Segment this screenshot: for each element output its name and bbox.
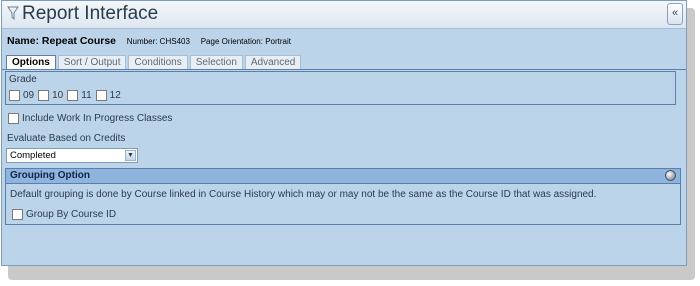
group-by-course-id-checkbox[interactable] xyxy=(12,209,23,220)
tab-bar: Options Sort / Output Conditions Selecti… xyxy=(6,55,303,70)
grade-10-label: 10 xyxy=(52,90,64,101)
window-title: Report Interface xyxy=(22,3,159,24)
tab-selection[interactable]: Selection xyxy=(189,55,243,70)
circle-toggle-icon[interactable] xyxy=(665,170,676,181)
evaluate-select[interactable]: Completed ▼ xyxy=(6,148,138,163)
grade-options: 09 10 11 12 xyxy=(9,90,125,101)
work-in-progress-checkbox[interactable] xyxy=(8,113,19,124)
grouping-title: Grouping Option xyxy=(10,170,90,181)
grade-09-label: 09 xyxy=(23,90,35,101)
grade-12-label: 12 xyxy=(109,90,121,101)
evaluate-label: Evaluate Based on Credits xyxy=(7,133,126,144)
grade-group: Grade 09 10 11 12 xyxy=(5,71,676,105)
grade-option-12[interactable]: 12 xyxy=(95,90,121,101)
tab-options[interactable]: Options xyxy=(6,55,56,70)
grade-10-checkbox[interactable] xyxy=(38,90,50,101)
report-number: Number: CHS403 xyxy=(126,37,190,46)
grouping-header: Grouping Option xyxy=(6,169,680,184)
grade-label: Grade xyxy=(9,74,37,85)
report-info: Name: Repeat Course Number: CHS403 Page … xyxy=(7,35,291,47)
grade-09-checkbox[interactable] xyxy=(9,90,20,101)
work-in-progress-option[interactable]: Include Work In Progress Classes xyxy=(8,113,172,124)
grade-12-checkbox[interactable] xyxy=(95,90,107,101)
collapse-icon[interactable]: « xyxy=(667,3,683,25)
report-name-value: Repeat Course xyxy=(41,35,116,47)
grade-11-label: 11 xyxy=(81,90,92,101)
grouping-option-panel: Grouping Option Default grouping is done… xyxy=(5,168,681,225)
report-name-label: Name: xyxy=(7,35,40,47)
grouping-description: Default grouping is done by Course linke… xyxy=(10,189,597,200)
tab-sort-output[interactable]: Sort / Output xyxy=(57,55,127,70)
funnel-icon xyxy=(7,6,19,20)
chevron-down-icon[interactable]: ▼ xyxy=(125,150,136,161)
tab-advanced[interactable]: Advanced xyxy=(244,55,302,70)
tab-conditions[interactable]: Conditions xyxy=(128,55,188,70)
group-by-course-id-label: Group By Course ID xyxy=(26,209,117,220)
grade-option-10[interactable]: 10 xyxy=(38,90,63,101)
grade-11-checkbox[interactable] xyxy=(67,90,79,101)
group-by-course-id-option[interactable]: Group By Course ID xyxy=(12,209,116,220)
title-bar: Report Interface « xyxy=(2,1,686,29)
grade-option-09[interactable]: 09 xyxy=(9,90,34,101)
tab-divider xyxy=(2,69,686,70)
report-interface-window: Report Interface « Name: Repeat Course N… xyxy=(1,0,687,266)
work-in-progress-label: Include Work In Progress Classes xyxy=(22,113,173,124)
page-orientation: Page Orientation: Portrait xyxy=(200,37,291,46)
grade-option-11[interactable]: 11 xyxy=(67,90,92,101)
evaluate-selected-value: Completed xyxy=(10,150,56,161)
